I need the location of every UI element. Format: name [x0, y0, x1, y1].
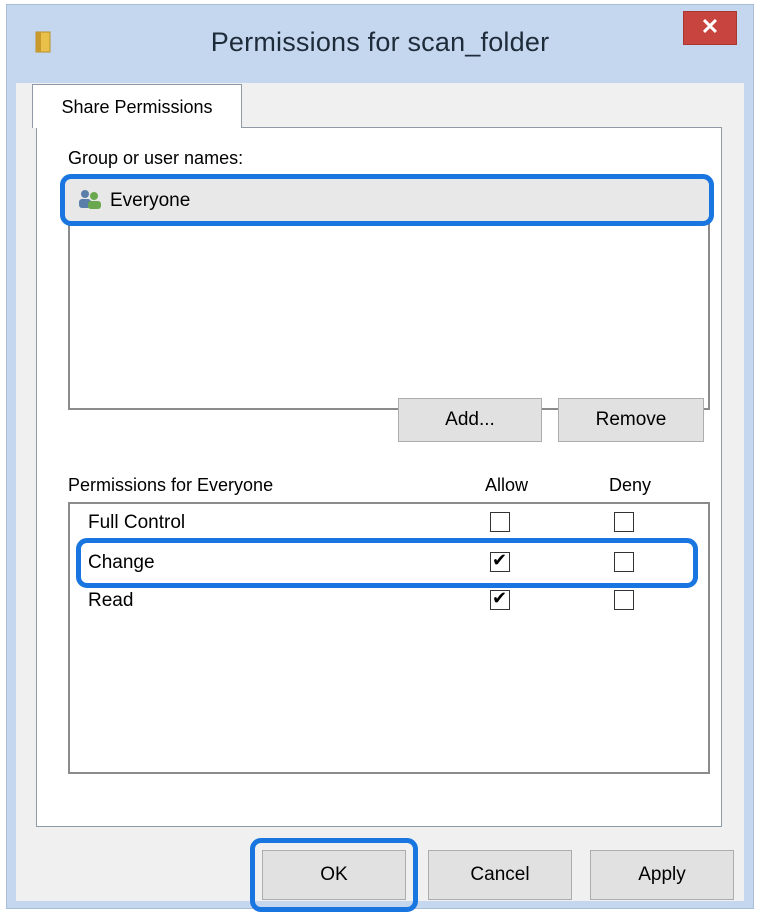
full-control-allow-checkbox[interactable] [490, 512, 510, 532]
full-control-deny-checkbox[interactable] [614, 512, 634, 532]
permission-name-full-control: Full Control [88, 512, 186, 533]
change-row-highlight [76, 538, 698, 588]
group-names-label: Group or user names: [68, 148, 244, 168]
tab-share-permissions[interactable]: Share Permissions [32, 84, 242, 128]
remove-button[interactable]: Remove [558, 398, 704, 442]
dialog-title: Permissions for scan_folder [210, 27, 550, 57]
allow-header: Allow [485, 475, 529, 495]
permission-name-read: Read [88, 590, 134, 611]
user-name: Everyone [110, 190, 191, 211]
close-button[interactable]: ✕ [683, 11, 737, 45]
permissions-label: Permissions for Everyone [68, 475, 274, 495]
change-deny-checkbox[interactable] [614, 552, 634, 572]
ok-button[interactable]: OK [262, 850, 406, 900]
apply-button[interactable]: Apply [590, 850, 734, 900]
read-allow-checkbox[interactable] [490, 588, 510, 610]
title-bar[interactable]: Permissions for scan_folder ✕ [7, 5, 753, 83]
cancel-button[interactable]: Cancel [428, 850, 572, 900]
user-list-item-everyone[interactable]: Everyone [60, 174, 714, 226]
add-button[interactable]: Add... [398, 398, 542, 442]
read-deny-checkbox[interactable] [614, 590, 634, 610]
change-allow-checkbox[interactable] [490, 550, 510, 572]
permission-name-change: Change [88, 552, 155, 573]
deny-header: Deny [609, 475, 652, 495]
users-group-icon [79, 190, 101, 209]
tab-label: Share Permissions [61, 97, 213, 117]
